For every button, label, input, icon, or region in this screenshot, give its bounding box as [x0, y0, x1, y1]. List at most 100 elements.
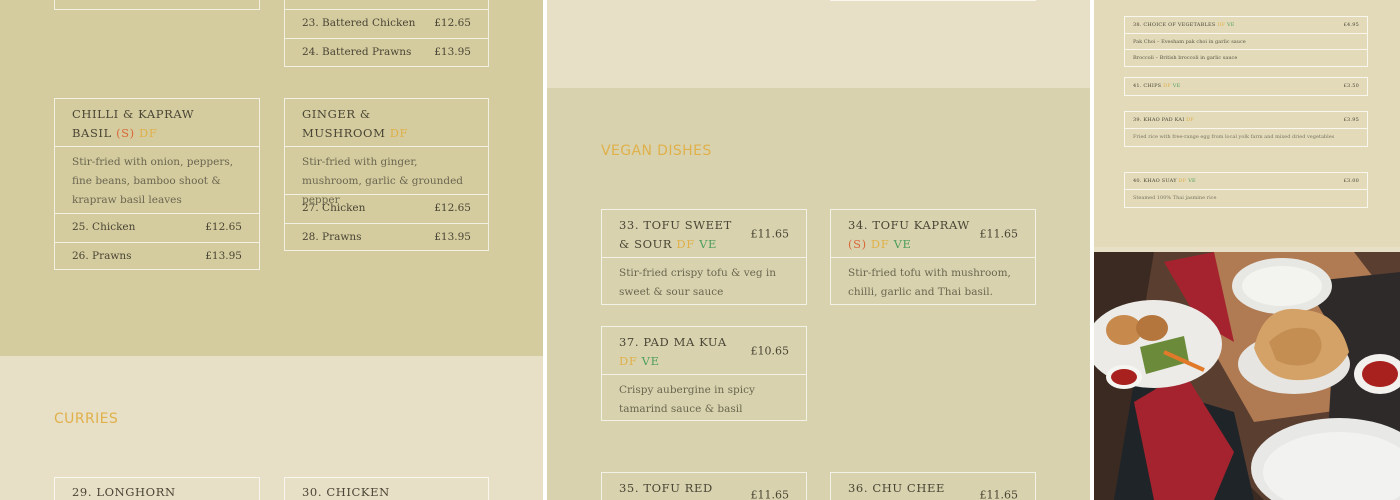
- item-label: 24. Battered Prawns: [302, 45, 412, 58]
- dairy-free-tag: DF: [870, 237, 890, 251]
- dish-description: Stir-fried with onion, peppers, fine bea…: [72, 156, 234, 206]
- item-price: £12.65: [434, 17, 471, 29]
- dish-title: 41. CHIPS: [1133, 83, 1162, 89]
- dish-title: 34. TOFU KAPRAW: [848, 218, 970, 232]
- menu-card-ginger-mushroom: GINGER & MUSHROOM DF Stir-fried with gin…: [284, 98, 489, 251]
- item-label: 23. Battered Chicken: [302, 17, 416, 29]
- mini-card-khao-suay: 40. KHAO SUAY DF VE £3.00 Steamed 100% T…: [1124, 172, 1368, 208]
- menu-row: 25. Chicken £12.65: [55, 213, 259, 242]
- dish-name: 33. TOFU SWEET & SOUR DF VE: [619, 216, 746, 254]
- dish-description: Stir-fried crispy tofu & veg in sweet & …: [619, 267, 777, 298]
- menu-card-partial: [54, 0, 260, 10]
- vegan-tag: VE: [1188, 178, 1196, 184]
- menu-panel-left: 23. Battered Chicken £12.65 24. Battered…: [0, 0, 543, 500]
- dairy-free-tag: DF: [1178, 178, 1187, 184]
- menu-card-tofu-red: 35. TOFU RED £11.65: [601, 472, 807, 500]
- menu-row: 26. Prawns £13.95: [55, 241, 259, 271]
- mini-card-vegetables: 38. CHOICE OF VEGETABLES DF VE £4.95 Pak…: [1124, 16, 1368, 67]
- vegan-tag: VE: [641, 354, 660, 368]
- menu-card-tofu-kapraw: 34. TOFU KAPRAW (S) DF VE £11.65 Stir-fr…: [830, 209, 1036, 305]
- dish-price: £11.65: [750, 488, 790, 500]
- menu-panel-right: 38. CHOICE OF VEGETABLES DF VE £4.95 Pak…: [1094, 0, 1400, 500]
- menu-card-partial: [830, 0, 1036, 1]
- section-title-curries: CURRIES: [54, 411, 119, 427]
- menu-card-curry: 30. CHICKEN: [284, 477, 489, 500]
- dish-name: 34. TOFU KAPRAW (S) DF VE: [848, 216, 975, 254]
- item-label: 27. Chicken: [302, 202, 366, 214]
- menu-card-curry: 29. LONGHORN: [54, 477, 260, 500]
- menu-row: 28. Prawns £13.95: [285, 222, 488, 252]
- item-label: 26. Prawns: [72, 249, 132, 262]
- vegan-tag: VE: [1172, 83, 1181, 89]
- mini-card-khao-pad-kai: 39. KHAO PAD KAI DF £3.95 Fried rice wit…: [1124, 111, 1368, 147]
- section-background-cream: [547, 0, 1090, 88]
- menu-card-tofu-sweet-sour: 33. TOFU SWEET & SOUR DF VE £11.65 Stir-…: [601, 209, 807, 305]
- spicy-tag: (S): [116, 126, 135, 140]
- dairy-free-tag: DF: [676, 237, 695, 251]
- card-header: 33. TOFU SWEET & SOUR DF VE £11.65: [602, 210, 806, 258]
- card-header: 37. PAD MA KUA DF VE £10.65: [602, 327, 806, 375]
- menu-card-chilli-kapraw: CHILLI & KAPRAW BASIL (S) DF Stir-fried …: [54, 98, 260, 270]
- dish-description: Stir-fried with ginger, mushroom, garlic…: [302, 156, 464, 206]
- section-title-vegan: VEGAN DISHES: [601, 143, 712, 159]
- dish-title: 29. LONGHORN: [72, 485, 176, 499]
- mini-header: 38. CHOICE OF VEGETABLES DF VE £4.95: [1125, 17, 1367, 34]
- card-header: GINGER & MUSHROOM DF: [285, 99, 488, 147]
- dish-price: £3.95: [1343, 117, 1359, 123]
- dish-name: CHILLI & KAPRAW BASIL (S) DF: [72, 105, 199, 143]
- card-header: CHILLI & KAPRAW BASIL (S) DF: [55, 99, 259, 147]
- dish-title: 39. KHAO PAD KAI: [1133, 117, 1185, 123]
- vegan-tag: VE: [893, 237, 912, 251]
- dairy-free-tag: DF: [1163, 83, 1171, 89]
- dairy-free-tag: DF: [1186, 117, 1195, 123]
- dish-price: £4.95: [1343, 22, 1359, 28]
- menu-card-pad-ma-kua: 37. PAD MA KUA DF VE £10.65 Crispy auber…: [601, 326, 807, 421]
- mini-header: 40. KHAO SUAY DF VE £3.00: [1125, 173, 1367, 190]
- item-price: £12.65: [205, 221, 242, 233]
- mini-line: Broccoli – British broccoli in garlic sa…: [1133, 55, 1238, 61]
- mini-line: Pak Choi – Evesham pak choi in garlic sa…: [1125, 34, 1367, 50]
- menu-card-battered: 23. Battered Chicken £12.65 24. Battered…: [284, 0, 489, 67]
- dish-title: 40. KHAO SUAY: [1133, 178, 1177, 184]
- dish-price: £11.65: [979, 227, 1019, 240]
- dish-title: 30. CHICKEN: [302, 485, 390, 499]
- vegan-tag: VE: [1226, 22, 1235, 28]
- item-price: £13.95: [205, 249, 242, 262]
- mini-header: 41. CHIPS DF VE £3.50: [1125, 78, 1367, 95]
- food-photo-illustration: [1094, 252, 1400, 500]
- dish-name: 37. PAD MA KUA DF VE: [619, 333, 746, 371]
- dish-price: £11.65: [750, 227, 790, 240]
- dish-title: GINGER & MUSHROOM: [302, 107, 386, 140]
- dish-title: 36. CHU CHEE: [848, 481, 945, 495]
- dish-description: Crispy aubergine in spicy tamarind sauce…: [619, 384, 755, 415]
- dish-name: GINGER & MUSHROOM DF: [302, 105, 428, 143]
- dish-price: £11.65: [979, 488, 1019, 500]
- card-header: 34. TOFU KAPRAW (S) DF VE £11.65: [831, 210, 1035, 258]
- item-price: £13.95: [434, 45, 471, 58]
- item-label: 28. Prawns: [302, 230, 362, 243]
- dish-price: £3.50: [1343, 83, 1359, 89]
- item-price: £12.65: [434, 202, 471, 214]
- vegan-tag: VE: [699, 237, 717, 251]
- mini-card-chips: 41. CHIPS DF VE £3.50: [1124, 77, 1368, 96]
- dish-price: £3.00: [1343, 178, 1359, 184]
- dish-title: 37. PAD MA KUA: [619, 335, 727, 349]
- menu-card-chu-chee: 36. CHU CHEE £11.65: [830, 472, 1036, 500]
- menu-panel-middle: VEGAN DISHES 33. TOFU SWEET & SOUR DF VE…: [547, 0, 1090, 500]
- menu-row: 27. Chicken £12.65: [285, 194, 488, 223]
- dish-price: £10.65: [750, 344, 790, 357]
- item-label: 25. Chicken: [72, 221, 136, 233]
- dish-description: Stir-fried tofu with mushroom, chilli, g…: [848, 267, 1011, 298]
- mini-description: Steamed 100% Thai jasmine rice: [1133, 195, 1217, 201]
- menu-row: 24. Battered Prawns £13.95: [285, 37, 488, 67]
- dairy-free-tag: DF: [139, 126, 158, 140]
- spicy-tag: (S): [848, 237, 867, 251]
- dairy-free-tag: DF: [1217, 22, 1226, 28]
- dairy-free-tag: DF: [619, 354, 638, 368]
- menu-row: 23. Battered Chicken £12.65: [285, 9, 488, 38]
- mini-header: 39. KHAO PAD KAI DF £3.95: [1125, 112, 1367, 129]
- dish-title: 35. TOFU RED: [619, 481, 713, 495]
- food-photo: [1094, 252, 1400, 500]
- dairy-free-tag: DF: [389, 126, 409, 140]
- mini-description: Fried rice with free-range egg from loca…: [1133, 134, 1335, 140]
